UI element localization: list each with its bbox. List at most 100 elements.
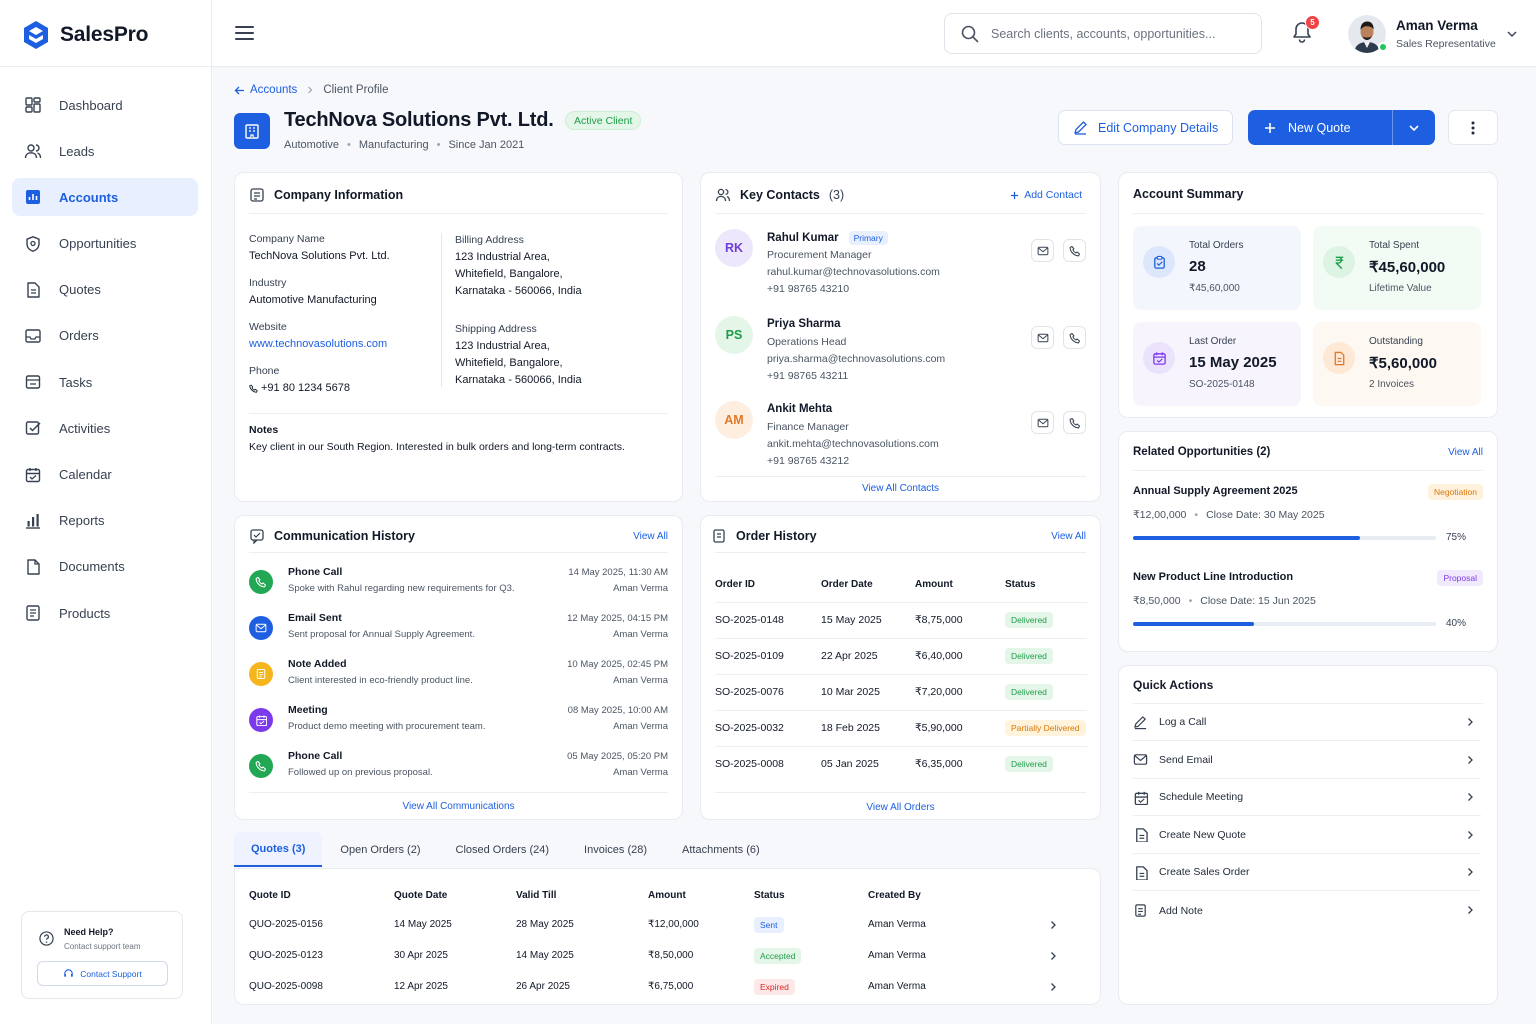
mail-icon	[1133, 754, 1148, 765]
activity-description: Client interested in eco-friendly produc…	[288, 675, 473, 686]
table-row[interactable]: SO-2025-0008 05 Jan 2025 ₹6,35,000 Deliv…	[715, 745, 1087, 782]
chevron-right-icon[interactable]	[1048, 951, 1058, 961]
quick-action-create-sales-order[interactable]: Create Sales Order	[1133, 854, 1481, 892]
table-row[interactable]: QUO-2025-0123 30 Apr 2025 14 May 2025 ₹8…	[249, 940, 1071, 971]
chevron-down-icon[interactable]	[1408, 122, 1420, 134]
call-contact-button[interactable]	[1063, 411, 1086, 434]
sidebar-nav: Dashboard Leads Accounts Opportunities Quote…	[12, 86, 198, 640]
view-all-orders-link[interactable]: View All Orders	[701, 802, 1100, 813]
separator-dot: •	[347, 139, 351, 151]
order-id: SO-2025-0076	[715, 673, 821, 710]
tab-closed-orders[interactable]: Closed Orders (24)	[439, 832, 567, 867]
contact-avatar: PS	[715, 316, 753, 354]
logo[interactable]: SalesPro	[22, 20, 148, 50]
activity-description: Product demo meeting with procurement te…	[288, 721, 486, 732]
chevron-right-icon[interactable]	[1048, 920, 1058, 930]
list-item[interactable]: Email Sent Sent proposal for Annual Supp…	[249, 612, 668, 658]
sidebar-item-quotes[interactable]: Quotes	[12, 271, 198, 309]
tab-quotes[interactable]: Quotes (3)	[234, 832, 323, 867]
pencil-icon	[1134, 715, 1147, 729]
call-contact-button[interactable]	[1063, 326, 1086, 349]
sidebar-item-tasks[interactable]: Tasks	[12, 363, 198, 401]
email-contact-button[interactable]	[1031, 411, 1054, 434]
divider	[715, 476, 1086, 477]
more-options-button[interactable]	[1448, 110, 1498, 145]
sidebar-item-activities[interactable]: Activities	[12, 409, 198, 447]
sidebar-item-products[interactable]: Products	[12, 594, 198, 632]
notes-text: Key client in our South Region. Interest…	[249, 441, 625, 453]
quote-status-cell: Sent	[754, 909, 868, 940]
view-all-orders-top-link[interactable]: View All	[1051, 531, 1086, 542]
view-all-opportunities-link[interactable]: View All	[1448, 447, 1483, 458]
company-sector: Manufacturing	[358, 139, 429, 151]
chevron-right-icon	[1468, 718, 1473, 726]
sidebar-item-leads[interactable]: Leads	[12, 132, 198, 170]
chevron-right-icon[interactable]	[1048, 982, 1058, 992]
sidebar-item-opportunities[interactable]: Opportunities	[12, 225, 198, 263]
sidebar-item-orders[interactable]: Orders	[12, 317, 198, 355]
new-quote-button[interactable]: New Quote	[1248, 110, 1435, 145]
quick-action-schedule-meeting[interactable]: Schedule Meeting	[1133, 779, 1481, 817]
sidebar-item-accounts[interactable]: Accounts	[12, 178, 198, 217]
sidebar-item-documents[interactable]: Documents	[12, 548, 198, 586]
view-all-contacts-link[interactable]: View All Contacts	[701, 483, 1100, 494]
menu-icon[interactable]	[234, 24, 255, 42]
list-item[interactable]: Phone Call Followed up on previous propo…	[249, 750, 668, 796]
quick-action-send-email[interactable]: Send Email	[1133, 742, 1481, 779]
quick-action-add-note[interactable]: Add Note	[1133, 892, 1481, 929]
quick-action-create-new-quote[interactable]: Create New Quote	[1133, 817, 1481, 854]
communication-history-title: Communication History	[249, 528, 415, 544]
list-item[interactable]: Note Added Client interested in eco-frie…	[249, 658, 668, 704]
breadcrumb-accounts-link[interactable]: Accounts	[234, 84, 297, 96]
edit-company-button[interactable]: Edit Company Details	[1058, 110, 1233, 145]
order-amount: ₹5,90,000	[915, 709, 1005, 746]
sidebar-item-calendar[interactable]: Calendar	[12, 456, 198, 494]
call-contact-button[interactable]	[1063, 239, 1086, 262]
arrow-left-icon	[234, 86, 244, 94]
quote-id: QUO-2025-0156	[249, 919, 323, 930]
quick-action-log-a-call[interactable]: Log a Call	[1133, 704, 1481, 741]
email-contact-button[interactable]	[1031, 239, 1054, 262]
chevron-down-icon[interactable]	[1506, 28, 1518, 40]
row-chevron-cell[interactable]	[1048, 909, 1071, 940]
view-all-communications-top-link[interactable]: View All	[633, 531, 668, 542]
stat-icon-wrap	[1323, 342, 1355, 374]
contact-email[interactable]: ankit.mehta@technovasolutions.com	[767, 438, 939, 450]
table-row[interactable]: SO-2025-0109 22 Apr 2025 ₹6,40,000 Deliv…	[715, 637, 1087, 674]
table-row[interactable]: QUO-2025-0156 14 May 2025 28 May 2025 ₹1…	[249, 909, 1071, 940]
table-row[interactable]: SO-2025-0148 15 May 2025 ₹8,75,000 Deliv…	[715, 601, 1087, 638]
view-all-communications-link[interactable]: View All Communications	[235, 801, 682, 812]
table-row[interactable]: SO-2025-0032 18 Feb 2025 ₹5,90,000 Parti…	[715, 709, 1087, 746]
tab-attachments[interactable]: Attachments (6)	[665, 832, 777, 867]
contact-phone: +91 98765 43210	[767, 283, 850, 295]
divider	[1133, 470, 1483, 471]
stat-subtitle: SO-2025-0148	[1189, 379, 1255, 390]
email-contact-button[interactable]	[1031, 326, 1054, 349]
table-row[interactable]: QUO-2025-0098 12 Apr 2025 26 Apr 2025 ₹6…	[249, 971, 1071, 1002]
add-contact-button[interactable]: Add Contact	[1010, 189, 1082, 201]
tab-open-orders[interactable]: Open Orders (2)	[323, 832, 437, 867]
sidebar-item-reports[interactable]: Reports	[12, 502, 198, 540]
list-item[interactable]: Phone Call Spoke with Rahul regarding ne…	[249, 566, 668, 612]
row-chevron-cell[interactable]	[1048, 940, 1071, 971]
list-item[interactable]: Meeting Product demo meeting with procur…	[249, 704, 668, 750]
contact-support-button[interactable]: Contact Support	[37, 961, 168, 986]
sidebar-item-dashboard[interactable]: Dashboard	[12, 86, 198, 124]
dashboard-icon	[25, 97, 41, 113]
tab-invoices[interactable]: Invoices (28)	[567, 832, 664, 867]
sidebar-item-label: Reports	[59, 513, 105, 529]
building-icon	[26, 190, 40, 205]
contact-email[interactable]: priya.sharma@technovasolutions.com	[767, 353, 945, 365]
website-link[interactable]: www.technovasolutions.com	[249, 338, 387, 350]
communication-history-card: Communication History View All Phone Cal…	[234, 515, 683, 820]
contact-name-row: Priya Sharma	[767, 318, 841, 330]
divider	[715, 552, 1086, 553]
search-input[interactable]	[991, 26, 1241, 41]
column-header: Quote ID	[249, 889, 291, 901]
progress-bar	[1133, 536, 1436, 540]
table-row[interactable]: SO-2025-0076 10 Mar 2025 ₹7,20,000 Deliv…	[715, 673, 1087, 710]
company-info-card: Company Information Company Name TechNov…	[234, 172, 683, 502]
contact-email[interactable]: rahul.kumar@technovasolutions.com	[767, 266, 940, 278]
row-chevron-cell[interactable]	[1048, 971, 1071, 1002]
mail-box-icon	[25, 329, 41, 343]
